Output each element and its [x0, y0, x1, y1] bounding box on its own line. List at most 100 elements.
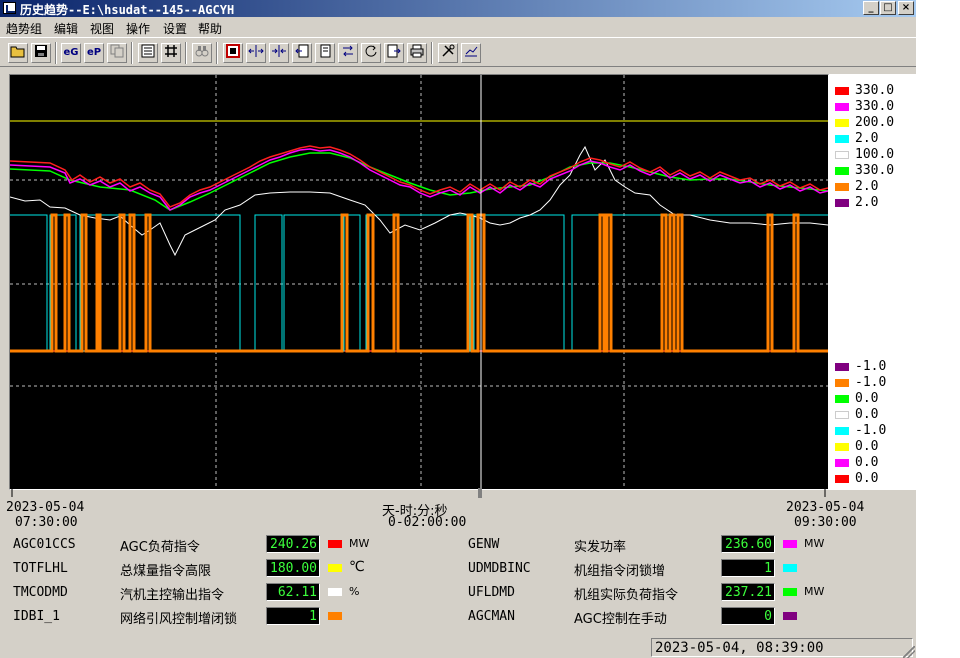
toolbar: eG eP — [0, 37, 916, 67]
tag-id-udmdbinc: UDMDBINC — [468, 561, 531, 576]
page-back-icon[interactable] — [292, 43, 312, 63]
tag-color-tmcodmd[interactable] — [328, 588, 342, 596]
scale-top-udmdbinc: 2.0 — [835, 131, 915, 146]
scale-bottom-ufldmd: 0.0 — [835, 391, 915, 406]
tag-desc-ufldmd: 机组实际负荷指令 — [574, 588, 679, 603]
trend-window: 历史趋势--E:\hsudat--145--AGCYH _ □ × 趋势组 编辑… — [0, 0, 916, 658]
tag-value-agc01ccs: 240.26 — [266, 535, 320, 553]
legend-swatch — [835, 199, 849, 207]
scale-top-ufldmd: 330.0 — [835, 163, 915, 178]
page-icon[interactable] — [315, 43, 335, 63]
trend-chart[interactable] — [9, 74, 829, 490]
scale-bottom-udmdbinc: -1.0 — [835, 423, 915, 438]
minimize-button[interactable]: _ — [863, 1, 879, 15]
legend-swatch — [835, 103, 849, 111]
scale-bottom-genw: 0.0 — [835, 455, 915, 470]
swap-icon[interactable] — [338, 43, 358, 63]
resize-grip[interactable] — [903, 646, 915, 658]
menu-settings[interactable]: 设置 — [163, 20, 187, 37]
tag-unit-genw: MW — [804, 537, 825, 550]
tag-value-idbi-1: 1 — [266, 607, 320, 625]
menu-bar: 趋势组 编辑 视图 操作 设置 帮助 — [0, 17, 916, 37]
scale-top-idbi-1: 2.0 — [835, 179, 915, 194]
menu-view[interactable]: 视图 — [90, 20, 114, 37]
tag-color-genw[interactable] — [783, 540, 797, 548]
tag-desc-totflhl: 总煤量指令高限 — [120, 564, 212, 579]
ep-icon[interactable]: eP — [84, 43, 104, 63]
tag-id-tmcodmd: TMCODMD — [13, 585, 68, 600]
toolbar-separator — [431, 42, 433, 64]
series-line-idbi-1 — [10, 213, 828, 353]
tag-value-tmcodmd: 62.11 — [266, 583, 320, 601]
scale-bottom-agc01ccs: 0.0 — [835, 471, 915, 486]
tag-id-ufldmd: UFLDMD — [468, 585, 515, 600]
compress-h-icon[interactable] — [269, 43, 289, 63]
legend-swatch — [835, 395, 849, 403]
time-start-time: 07:30:00 — [15, 515, 78, 530]
tag-color-totflhl[interactable] — [328, 564, 342, 572]
legend-swatch — [835, 363, 849, 371]
chart-settings-icon[interactable] — [461, 43, 481, 63]
tag-value-ufldmd: 237.21 — [721, 583, 775, 601]
menu-operate[interactable]: 操作 — [126, 20, 150, 37]
tag-color-agc01ccs[interactable] — [328, 540, 342, 548]
menu-trend-group[interactable]: 趋势组 — [6, 20, 42, 37]
tag-unit-tmcodmd: % — [349, 585, 360, 598]
tag-value-udmdbinc: 1 — [721, 559, 775, 577]
title-bar[interactable]: 历史趋势--E:\hsudat--145--AGCYH _ □ × — [0, 0, 916, 17]
page-forward-icon[interactable] — [384, 43, 404, 63]
tag-color-ufldmd[interactable] — [783, 588, 797, 596]
tag-id-genw: GENW — [468, 537, 500, 552]
zoom-box-icon[interactable] — [223, 43, 243, 63]
legend-swatch — [835, 443, 849, 451]
tag-unit-ufldmd: MW — [804, 585, 825, 598]
scale-bottom-idbi-1: -1.0 — [835, 375, 915, 390]
legend-swatch — [835, 151, 849, 159]
tag-color-idbi-1[interactable] — [328, 612, 342, 620]
time-end-date: 2023-05-04 — [786, 500, 865, 515]
tag-desc-tmcodmd: 汽机主控输出指令 — [120, 588, 225, 603]
tag-desc-udmdbinc: 机组指令闭锁增 — [574, 564, 666, 579]
grid-icon[interactable] — [161, 43, 181, 63]
scale-top-tmcodmd: 100.0 — [835, 147, 915, 162]
legend-swatch — [835, 119, 849, 127]
scale-top-totflhl: 200.0 — [835, 115, 915, 130]
tools-icon[interactable] — [438, 43, 458, 63]
printer-icon[interactable] — [407, 43, 427, 63]
close-button[interactable]: × — [898, 1, 914, 15]
open-folder-icon[interactable] — [8, 43, 28, 63]
tag-color-agcman[interactable] — [783, 612, 797, 620]
eg-icon[interactable]: eG — [61, 43, 81, 63]
menu-edit[interactable]: 编辑 — [54, 20, 78, 37]
scale-top-genw: 330.0 — [835, 99, 915, 114]
tag-desc-idbi-1: 网络引风控制增闭锁 — [120, 612, 238, 627]
reload-icon[interactable] — [361, 43, 381, 63]
toolbar-separator — [131, 42, 133, 64]
maximize-button[interactable]: □ — [880, 1, 896, 15]
save-icon[interactable] — [31, 43, 51, 63]
status-cursor-time: 2023-05-04, 08:39:00 — [651, 638, 913, 657]
scale-top-agc01ccs: 330.0 — [835, 83, 915, 98]
scale-bottom-tmcodmd: 0.0 — [835, 407, 915, 422]
expand-h-icon[interactable] — [246, 43, 266, 63]
list-icon[interactable] — [138, 43, 158, 63]
legend-swatch — [835, 427, 849, 435]
tag-id-agcman: AGCMAN — [468, 609, 515, 624]
legend-swatch — [835, 379, 849, 387]
scale-panel: 330.0 330.0 200.0 2.0 100.0 330.0 2.0 2.… — [829, 74, 916, 490]
toolbar-separator — [185, 42, 187, 64]
toolbar-separator — [55, 42, 57, 64]
legend-swatch — [835, 183, 849, 191]
time-span: 0-02:00:00 — [388, 515, 467, 530]
copy-icon[interactable] — [107, 43, 127, 63]
tag-unit-agc01ccs: MW — [349, 537, 370, 550]
legend-swatch — [835, 135, 849, 143]
app-icon[interactable] — [3, 2, 16, 14]
tag-id-idbi-1: IDBI_1 — [13, 609, 60, 624]
menu-help[interactable]: 帮助 — [198, 20, 222, 37]
time-start-date: 2023-05-04 — [6, 500, 85, 515]
series-line-agc01ccs — [10, 145, 828, 208]
tag-color-udmdbinc[interactable] — [783, 564, 797, 572]
legend-swatch — [835, 475, 849, 483]
binoculars-icon[interactable] — [192, 43, 212, 63]
